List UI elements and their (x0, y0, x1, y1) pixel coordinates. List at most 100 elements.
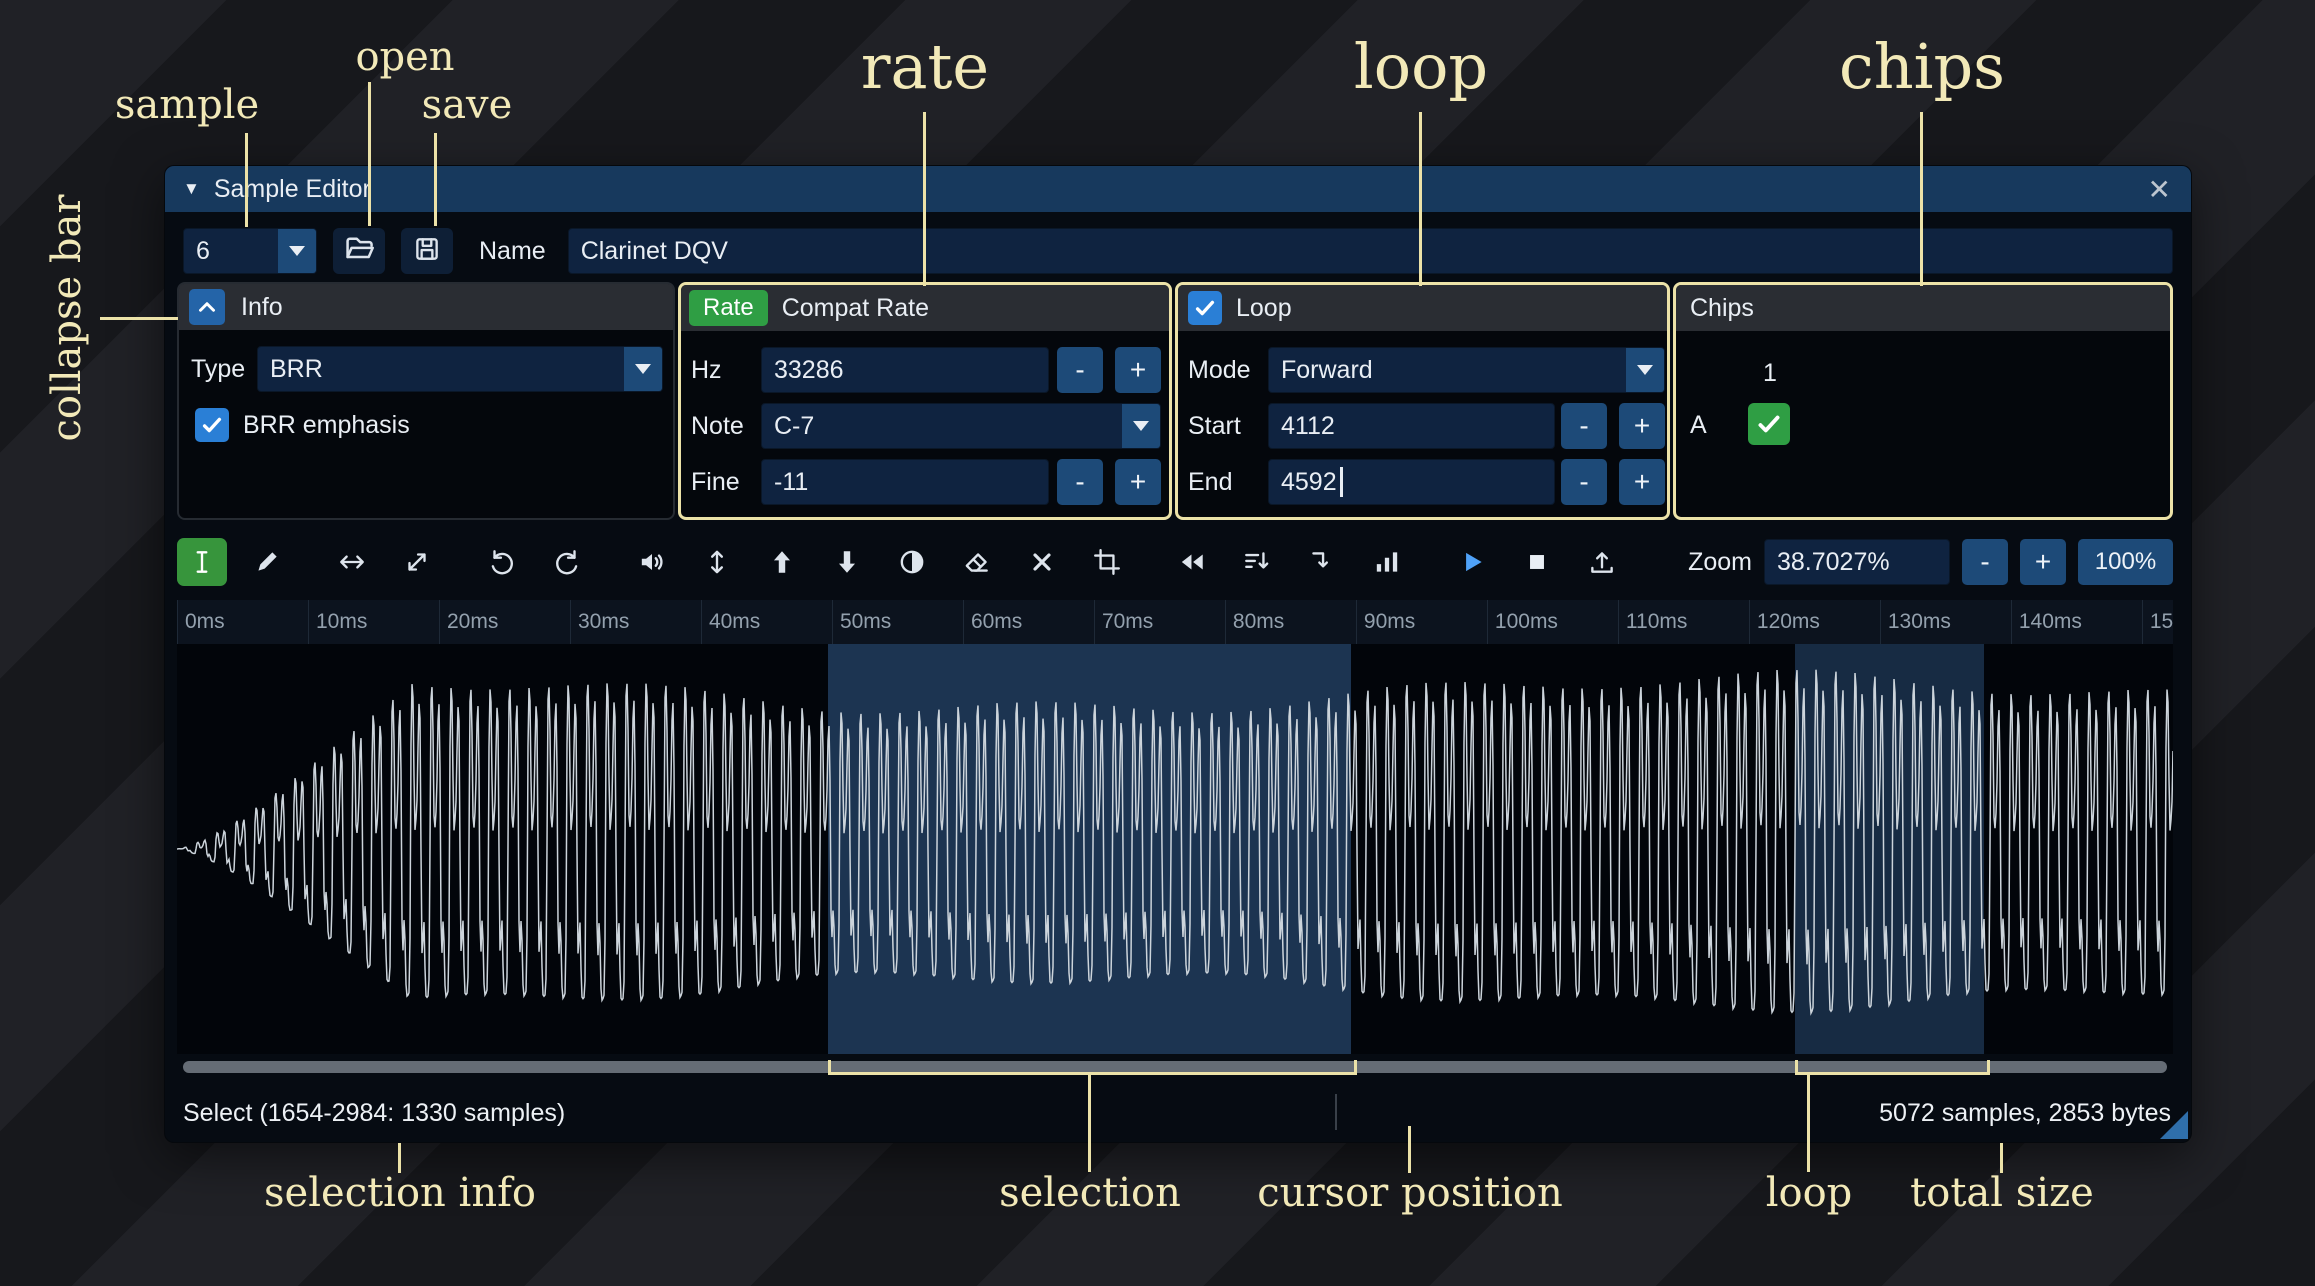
arrow-up-icon-button[interactable] (757, 538, 807, 586)
type-value: BRR (270, 354, 323, 383)
type-label: Type (191, 354, 246, 383)
eraser-icon-button[interactable] (952, 538, 1002, 586)
loop-end-decrement-button[interactable]: - (1561, 459, 1607, 505)
pencil-icon-button[interactable] (242, 538, 292, 586)
annotation-rate: rate (860, 30, 990, 103)
chevron-down-icon[interactable] (624, 347, 662, 391)
play-icon-button[interactable] (1447, 538, 1497, 586)
resize-diagonal-icon-button[interactable] (392, 538, 442, 586)
loop-start-label: Start (1188, 411, 1241, 440)
ruler-label: 120ms (1748, 600, 1820, 644)
connector-chips (1920, 112, 1923, 286)
toolbar: Zoom 38.7027% - + 100% (177, 536, 2173, 588)
name-input[interactable]: Clarinet DQV (567, 228, 2173, 274)
arrow-down-icon-button[interactable] (822, 538, 872, 586)
ruler-label: 110ms (1617, 600, 1687, 644)
fine-decrement-button[interactable]: - (1057, 459, 1103, 505)
zoom-input[interactable]: 38.7027% (1764, 539, 1950, 585)
sample-number-select[interactable]: 6 (183, 228, 317, 274)
resize-horizontal-icon-button[interactable] (327, 538, 377, 586)
chip-enable-checkbox[interactable] (1748, 403, 1790, 445)
undo-icon-button[interactable] (477, 538, 527, 586)
crop-icon-button[interactable] (1082, 538, 1132, 586)
check-icon (1195, 300, 1215, 316)
chip-column-label: 1 (1763, 359, 1777, 387)
sort-descending-icon-button[interactable] (1232, 538, 1282, 586)
open-button[interactable] (333, 228, 385, 274)
loop-end-increment-button[interactable]: + (1619, 459, 1665, 505)
info-panel-header: Info (179, 284, 673, 330)
ruler-label: 100ms (1486, 600, 1558, 644)
loop-start-value: 4112 (1281, 411, 1335, 440)
ruler-label: 30ms (569, 600, 629, 644)
brr-emphasis-checkbox[interactable] (195, 408, 229, 442)
chart-icon-button[interactable] (1362, 538, 1412, 586)
amplify-vertical-icon-button[interactable] (692, 538, 742, 586)
save-button[interactable] (401, 228, 453, 274)
fine-increment-button[interactable]: + (1115, 459, 1161, 505)
annotation-sample: sample (114, 82, 260, 128)
volume-icon-button[interactable] (627, 538, 677, 586)
chips-panel-header: Chips (1676, 285, 2170, 331)
rate-panel-title: Compat Rate (781, 293, 929, 322)
fine-value: -11 (774, 467, 809, 496)
loop-checkbox[interactable] (1188, 291, 1222, 325)
ruler-label: 150ms (2141, 600, 2173, 644)
hz-decrement-button[interactable]: - (1057, 347, 1103, 393)
connector-open (368, 82, 371, 226)
zoom-in-button[interactable]: + (2020, 539, 2066, 585)
ibeam-icon-button[interactable] (177, 538, 227, 586)
fine-input[interactable]: -11 (761, 459, 1049, 505)
connector-loop (1419, 112, 1422, 286)
redo-icon (556, 550, 578, 575)
ruler: 0ms 10ms 20ms 30ms 40ms 50ms 60ms 70ms 80ms 90ms 1… (177, 600, 2173, 644)
info-panel: Info Type BRR BRR emphasis (177, 282, 675, 520)
invert-icon (900, 550, 924, 574)
ruler-label: 140ms (2010, 600, 2082, 644)
loop-panel-header: Loop (1178, 285, 1667, 331)
ruler-label: 50ms (831, 600, 891, 644)
hz-value: 33286 (774, 355, 844, 384)
pencil-icon (258, 552, 277, 571)
zoom-out-button[interactable]: - (1962, 539, 2008, 585)
invert-icon-button[interactable] (887, 538, 937, 586)
delete-x-icon-button[interactable] (1017, 538, 1067, 586)
titlebar[interactable]: ▼ Sample Editor ✕ (165, 166, 2191, 212)
window-collapse-icon[interactable]: ▼ (183, 179, 200, 199)
loop-mode-select[interactable]: Forward (1268, 347, 1665, 393)
status-separator (1335, 1094, 1337, 1130)
collapse-panel-button[interactable] (189, 289, 225, 325)
annotation-selection-info: selection info (264, 1170, 536, 1216)
connector-selection-info (398, 1143, 401, 1173)
chevron-down-icon[interactable] (1122, 404, 1160, 448)
hz-increment-button[interactable]: + (1115, 347, 1161, 393)
chip-row-label: A (1690, 411, 1707, 439)
info-panel-title: Info (241, 292, 283, 321)
loop-end-input[interactable]: 4592 (1268, 459, 1555, 505)
ruler-label: 130ms (1879, 600, 1951, 644)
rate-panel-header: Rate Compat Rate (681, 285, 1169, 331)
note-select[interactable]: C-7 (761, 403, 1161, 449)
stop-icon-button[interactable] (1512, 538, 1562, 586)
upload-icon-button[interactable] (1577, 538, 1627, 586)
close-icon[interactable]: ✕ (2148, 173, 2171, 206)
chevron-down-icon[interactable] (1626, 348, 1664, 392)
loop-start-decrement-button[interactable]: - (1561, 403, 1607, 449)
loop-start-increment-button[interactable]: + (1619, 403, 1665, 449)
chevron-down-icon[interactable] (278, 229, 316, 273)
ruler-label: 80ms (1224, 600, 1284, 644)
redo-icon-button[interactable] (542, 538, 592, 586)
loop-end-label: End (1188, 467, 1233, 496)
backward-icon-button[interactable] (1167, 538, 1217, 586)
loop-panel: Loop Mode Forward Start 4112 - + End 459… (1175, 282, 1670, 520)
zoom-reset-button[interactable]: 100% (2078, 539, 2173, 585)
sample-number-value: 6 (196, 236, 210, 265)
waveform-display[interactable] (177, 644, 2173, 1054)
pipe-down-icon-button[interactable] (1297, 538, 1347, 586)
loop-start-input[interactable]: 4112 (1268, 403, 1555, 449)
type-select[interactable]: BRR (257, 346, 663, 392)
resize-grip[interactable] (2160, 1111, 2188, 1139)
hz-input[interactable]: 33286 (761, 347, 1049, 393)
waveform-svg (177, 669, 2173, 1016)
rate-panel: Rate Compat Rate Hz 33286 - + Note C-7 F… (678, 282, 1172, 520)
